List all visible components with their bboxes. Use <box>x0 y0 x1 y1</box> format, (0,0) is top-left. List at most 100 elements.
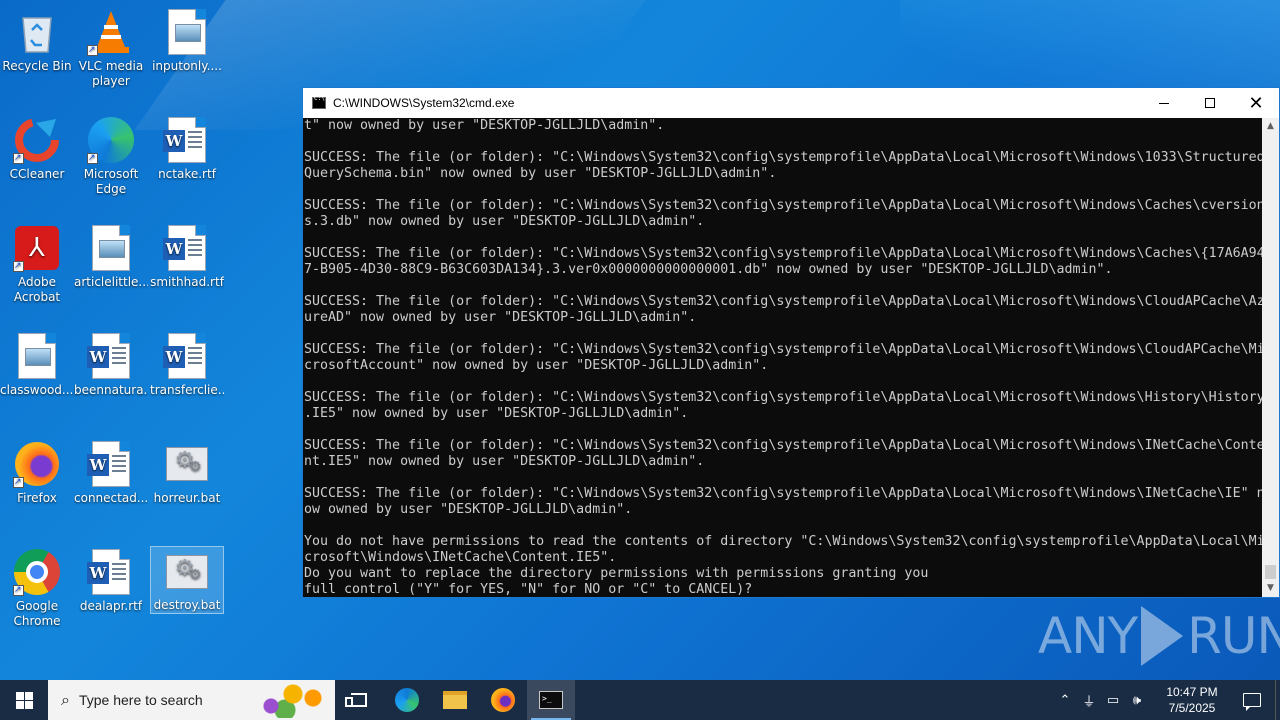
desktop-icon-label: classwood.... <box>0 383 74 397</box>
network-icon[interactable]: ▭ <box>1101 693 1125 708</box>
word-document-icon: W <box>163 116 211 164</box>
desktop-icon-connectad[interactable]: W connectad... <box>74 434 148 528</box>
desktop-icon-recycle-bin[interactable]: Recycle Bin <box>0 2 74 96</box>
desktop-icon-dealapr[interactable]: W dealapr.rtf <box>74 542 148 636</box>
word-document-icon: W <box>163 332 211 380</box>
vertical-scrollbar[interactable]: ▲ ▼ <box>1262 118 1279 597</box>
console-output[interactable]: t" now owned by user "DESKTOP-JGLLJLD\ad… <box>303 118 1262 597</box>
desktop-icon-horreur-bat[interactable]: ⚙ ⚙ horreur.bat <box>150 434 224 528</box>
desktop-icon-label: Adobe Acrobat <box>13 275 61 304</box>
console-line: 7-B905-4D30-88C9-B63C603DA134}.3.ver0x00… <box>304 262 1113 277</box>
console-line: nt.IE5" now owned by user "DESKTOP-JGLLJ… <box>304 454 705 469</box>
desktop-icon-beennatura[interactable]: W beennatura... <box>74 326 148 420</box>
cmd-titlebar[interactable]: C:\WINDOWS\System32\cmd.exe ✕ <box>303 88 1279 118</box>
taskbar-search-box[interactable]: ⌕ Type here to search <box>48 680 335 720</box>
minimize-button[interactable] <box>1141 88 1187 118</box>
desktop-icon-destroy-bat[interactable]: ⚙ ⚙ destroy.bat <box>150 546 224 614</box>
console-line: SUCCESS: The file (or folder): "C:\Windo… <box>304 246 1262 261</box>
console-line: s.3.db" now owned by user "DESKTOP-JGLLJ… <box>304 214 705 229</box>
desktop-icon-label: Google Chrome <box>13 599 61 628</box>
watermark-right-text: RUN <box>1187 607 1280 665</box>
desktop-icon-classwood[interactable]: classwood.... <box>0 326 74 420</box>
desktop-icon-label: VLC media player <box>78 59 144 88</box>
chrome-icon <box>13 548 61 598</box>
anyrun-watermark: ANY RUN <box>1038 606 1280 666</box>
start-button[interactable] <box>0 680 48 720</box>
notification-icon <box>1243 693 1261 711</box>
desktop-icon-ccleaner[interactable]: CCleaner <box>0 110 74 204</box>
volume-icon[interactable]: 🕪 <box>1125 693 1149 708</box>
desktop-icon-transferclie[interactable]: W transferclie... <box>150 326 224 420</box>
console-line: SUCCESS: The file (or folder): "C:\Windo… <box>304 438 1262 453</box>
desktop-icon-label: transferclie... <box>150 383 224 397</box>
desktop-icon-label: dealapr.rtf <box>79 599 143 613</box>
clock-date: 7/5/2025 <box>1168 701 1216 715</box>
vlc-cone-icon <box>87 8 135 58</box>
maximize-button[interactable] <box>1187 88 1233 118</box>
task-view-button[interactable] <box>335 680 383 720</box>
taskbar-edge[interactable] <box>383 680 431 720</box>
desktop-icon-firefox[interactable]: Firefox <box>0 434 74 528</box>
scroll-up-arrow-icon[interactable]: ▲ <box>1262 118 1279 135</box>
desktop-icon-label: inputonly.... <box>152 59 222 73</box>
usb-device-icon[interactable]: ⏚ <box>1077 691 1101 710</box>
desktop-icon-label: CCleaner <box>9 167 65 181</box>
image-file-icon <box>13 332 61 380</box>
notification-center-button[interactable] <box>1229 680 1275 720</box>
windows-logo-icon <box>15 691 33 709</box>
word-document-icon: W <box>87 332 135 380</box>
console-line: t" now owned by user "DESKTOP-JGLLJLD\ad… <box>304 118 665 133</box>
word-document-icon: W <box>87 440 135 488</box>
taskbar-firefox[interactable] <box>479 680 527 720</box>
scrollbar-thumb[interactable] <box>1265 565 1276 579</box>
desktop-icon-label: destroy.bat <box>153 598 221 613</box>
desktop-icon-adobe-acrobat[interactable]: ⅄ Adobe Acrobat <box>0 218 74 312</box>
firefox-icon <box>491 688 515 712</box>
maximize-icon <box>1205 98 1215 108</box>
cmd-window[interactable]: C:\WINDOWS\System32\cmd.exe ✕ t" now own… <box>302 87 1280 598</box>
console-line: crosoft\Windows\INetCache\Content.IE5". <box>304 550 617 565</box>
desktop-icon-microsoft-edge[interactable]: Microsoft Edge <box>74 110 148 204</box>
play-triangle-icon <box>1141 606 1184 666</box>
desktop-icon-vlc[interactable]: VLC media player <box>74 2 148 96</box>
console-line: ureAD" now owned by user "DESKTOP-JGLLJL… <box>304 310 697 325</box>
close-button[interactable]: ✕ <box>1233 88 1279 118</box>
clock[interactable]: 10:47 PM 7/5/2025 <box>1155 684 1229 716</box>
scroll-down-arrow-icon[interactable]: ▼ <box>1262 580 1279 597</box>
desktop-icon-articlelittle[interactable]: articlelittle.... <box>74 218 148 312</box>
console-line: SUCCESS: The file (or folder): "C:\Windo… <box>304 390 1262 405</box>
taskbar-cmd[interactable]: >_ <box>527 680 575 720</box>
desktop-icon-google-chrome[interactable]: Google Chrome <box>0 542 74 636</box>
console-line: SUCCESS: The file (or folder): "C:\Windo… <box>304 294 1262 309</box>
show-desktop-button[interactable] <box>1275 680 1280 720</box>
taskbar-file-explorer[interactable] <box>431 680 479 720</box>
search-icon: ⌕ <box>61 690 70 709</box>
desktop-icon-label: beennatura... <box>74 383 148 397</box>
window-title: C:\WINDOWS\System32\cmd.exe <box>333 96 515 110</box>
edge-icon <box>395 688 419 712</box>
search-highlight-image <box>251 684 331 718</box>
console-line: QuerySchema.bin" now owned by user "DESK… <box>304 166 777 181</box>
desktop-icon-label: smithhad.rtf <box>150 275 224 289</box>
chevron-up-icon[interactable]: ⌃ <box>1053 693 1077 708</box>
console-line: full control ("Y" for YES, "N" for NO or… <box>304 582 753 597</box>
cmd-app-icon[interactable] <box>312 95 326 109</box>
desktop-icon-label: Firefox <box>17 491 57 505</box>
system-tray: ⌃ ⏚ ▭ 🕪 10:47 PM 7/5/2025 <box>1053 680 1280 720</box>
desktop-icon-label: articlelittle.... <box>74 275 148 289</box>
cmd-icon: >_ <box>539 691 563 709</box>
search-placeholder: Type here to search <box>78 692 203 708</box>
desktop-icon-label: horreur.bat <box>153 491 221 505</box>
clock-time: 10:47 PM <box>1166 685 1218 699</box>
desktop-icon-inputonly[interactable]: inputonly.... <box>150 2 224 96</box>
recycle-bin-icon <box>13 8 61 56</box>
watermark-left-text: ANY <box>1038 607 1138 665</box>
adobe-acrobat-icon: ⅄ <box>13 224 61 274</box>
desktop-icon-smithhad[interactable]: W smithhad.rtf <box>150 218 224 312</box>
desktop-icon-nctake[interactable]: W nctake.rtf <box>150 110 224 204</box>
